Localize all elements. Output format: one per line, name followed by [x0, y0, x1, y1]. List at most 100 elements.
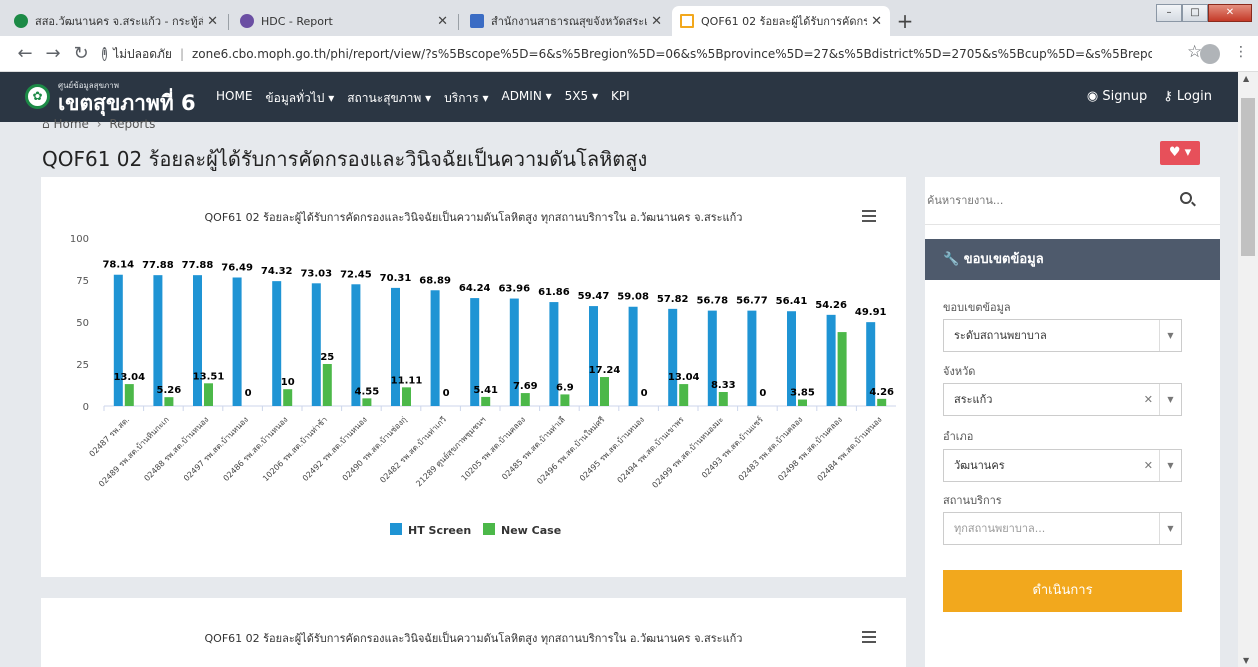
district-select[interactable]: วัฒนานคร ✕ ▼	[943, 449, 1182, 482]
login-label: Login	[1176, 89, 1212, 104]
x-category-label: 02489 รพ.สต.บ้านหินกะเก	[97, 415, 171, 489]
page-scrollbar[interactable]: ▲ ▼	[1238, 72, 1258, 667]
facility-value: ทุกสถานพยาบาล...	[954, 522, 1046, 535]
minimize-icon[interactable]: –	[1156, 4, 1182, 22]
scroll-down-icon[interactable]: ▼	[1243, 656, 1249, 665]
data-label-ht-screen: 77.88	[142, 260, 174, 271]
data-label-ht-screen: 59.08	[617, 292, 649, 303]
chart-panel-2: QOF61 02 ร้อยละผู้ได้รับการคัดกรองและวิน…	[41, 598, 906, 667]
report-search	[925, 177, 1220, 225]
x-category-label: 02495 รพ.สต.บ้านหนอง	[578, 415, 646, 483]
bar-ht-screen	[589, 306, 598, 406]
browser-tab-2[interactable]: HDC - Report ✕	[232, 6, 456, 36]
page-title: QOF61 02 ร้อยละผู้ได้รับการคัดกรองและวิน…	[42, 147, 648, 171]
reload-icon[interactable]: ↻	[70, 43, 92, 64]
window-close-icon[interactable]: ✕	[1208, 4, 1252, 22]
bar-ht-screen	[668, 308, 678, 406]
y-tick-label: 0	[83, 402, 89, 413]
scroll-thumb[interactable]	[1241, 98, 1255, 256]
forward-arrow-icon[interactable]: →	[42, 43, 64, 64]
run-button[interactable]: ดำเนินการ	[943, 570, 1182, 612]
data-label-ht-screen: 70.31	[380, 273, 412, 284]
auth-links: ◉ Signup ⚷ Login	[1087, 89, 1212, 104]
close-icon[interactable]: ✕	[207, 14, 218, 29]
menu-health-status[interactable]: สถานะสุขภาพ ▾	[347, 89, 431, 108]
province-select[interactable]: สระแก้ว ✕ ▼	[943, 383, 1182, 416]
address-bar[interactable]: i ไม่ปลอดภัย | zone6.cbo.moph.go.th/phi/…	[102, 43, 1152, 65]
bar-new-case	[322, 364, 332, 406]
menu-kpi[interactable]: KPI	[611, 89, 630, 108]
clear-icon[interactable]: ✕	[1144, 450, 1153, 481]
browser-tab-3[interactable]: สำนักงานสาธารณสุขจังหวัดสระแก้ว ✕	[462, 6, 670, 36]
home-icon: ⌂	[42, 117, 50, 131]
data-label-ht-screen: 56.78	[696, 296, 728, 307]
data-label-ht-screen: 54.26	[815, 300, 847, 311]
tab-title: สำนักงานสาธารณสุขจังหวัดสระแก้ว	[491, 15, 648, 28]
data-label-new-case: 5.41	[473, 385, 498, 396]
x-category-label: 02492 รพ.สต.บ้านหนอง	[301, 415, 369, 483]
menu-general-info[interactable]: ข้อมูลทั่วไป ▾	[265, 89, 334, 108]
hdc-favicon-icon	[240, 14, 254, 28]
x-category-label: 02499 รพ.สต.บ้านหนองมะ	[650, 415, 725, 490]
chevron-down-icon[interactable]: ▼	[1159, 450, 1181, 481]
data-label-new-case: 0	[759, 388, 766, 399]
moph-logo-icon[interactable]: ✿	[25, 84, 50, 109]
data-label-ht-screen: 61.86	[538, 287, 570, 298]
data-label-new-case: 11.11	[391, 375, 423, 386]
data-label-new-case: 5.26	[157, 385, 182, 396]
close-icon[interactable]: ✕	[437, 14, 448, 29]
app-navbar: ✿ ศูนย์ข้อมูลสุขภาพ เขตสุขภาพที่ 6 HOME …	[0, 72, 1238, 122]
report-search-input[interactable]	[925, 177, 1175, 223]
info-icon[interactable]: i	[102, 47, 108, 61]
x-category-label: 02484 รพ.สต.บ้านหนอง	[816, 415, 884, 483]
chevron-down-icon[interactable]: ▼	[1159, 513, 1181, 544]
breadcrumb: ⌂ Home › Reports	[42, 117, 156, 131]
bar-ht-screen	[747, 310, 757, 406]
logo-title[interactable]: เขตสุขภาพที่ 6	[58, 87, 196, 120]
scroll-up-icon[interactable]: ▲	[1243, 74, 1249, 83]
y-tick-label: 50	[76, 318, 89, 329]
bar-ht-screen	[391, 287, 400, 406]
browser-tab-1[interactable]: สสอ.วัฒนานคร จ.สระแก้ว - กระทู้ล่าสุ ✕	[6, 6, 226, 36]
window-controls: – □ ✕	[1156, 4, 1252, 22]
browser-tab-active[interactable]: QOF61 02 ร้อยละผู้ได้รับการคัดกรอง ✕	[672, 6, 890, 36]
x-category-label: 02482 รพ.สต.บ้านท่าเกวี	[378, 415, 448, 485]
close-icon[interactable]: ✕	[871, 14, 882, 29]
chart-menu-icon[interactable]	[862, 631, 876, 646]
menu-home[interactable]: HOME	[216, 89, 252, 108]
data-label-ht-screen: 64.24	[459, 283, 491, 294]
menu-admin[interactable]: ADMIN ▾	[501, 89, 551, 108]
tab-title: สสอ.วัฒนานคร จ.สระแก้ว - กระทู้ล่าสุ	[35, 15, 204, 28]
scope-header: 🔧 ขอบเขตข้อมูล	[925, 239, 1220, 280]
url-text: zone6.cbo.moph.go.th/phi/report/view/?s%…	[192, 47, 1152, 61]
chevron-down-icon[interactable]: ▼	[1159, 320, 1181, 351]
back-arrow-icon[interactable]: ←	[14, 43, 36, 64]
close-icon[interactable]: ✕	[651, 14, 662, 29]
clear-icon[interactable]: ✕	[1144, 384, 1153, 415]
scope-select[interactable]: ระดับสถานพยาบาล ▼	[943, 319, 1182, 352]
data-label-ht-screen: 76.49	[221, 262, 253, 273]
bar-new-case	[362, 398, 372, 406]
bar-chart: 025507510078.1413.0402487 รพ.สต.77.885.2…	[70, 234, 896, 537]
favorite-button[interactable]: ♥ ▾	[1160, 141, 1200, 165]
y-tick-label: 25	[76, 360, 89, 371]
breadcrumb-reports[interactable]: Reports	[109, 117, 155, 131]
breadcrumb-home[interactable]: Home	[53, 117, 88, 131]
province-value: สระแก้ว	[954, 393, 993, 406]
data-label-new-case: 3.85	[790, 388, 815, 399]
x-category-label: 02494 รพ.สต.บ้านเขาพร	[616, 415, 687, 486]
maximize-icon[interactable]: □	[1182, 4, 1208, 22]
login-link[interactable]: ⚷ Login	[1163, 89, 1212, 104]
facility-select[interactable]: ทุกสถานพยาบาล... ▼	[943, 512, 1182, 545]
browser-menu-icon[interactable]: ⋮	[1234, 44, 1248, 60]
new-tab-icon[interactable]: +	[894, 11, 916, 33]
menu-services[interactable]: บริการ ▾	[444, 89, 488, 108]
chevron-down-icon[interactable]: ▼	[1159, 384, 1181, 415]
profile-avatar-icon[interactable]	[1200, 44, 1220, 64]
bar-ht-screen	[430, 290, 440, 406]
bar-new-case	[600, 377, 609, 406]
search-icon[interactable]	[1180, 192, 1192, 204]
menu-5x5[interactable]: 5X5 ▾	[565, 89, 598, 108]
signup-link[interactable]: ◉ Signup	[1087, 89, 1147, 104]
district-label: อำเภอ	[943, 430, 974, 443]
